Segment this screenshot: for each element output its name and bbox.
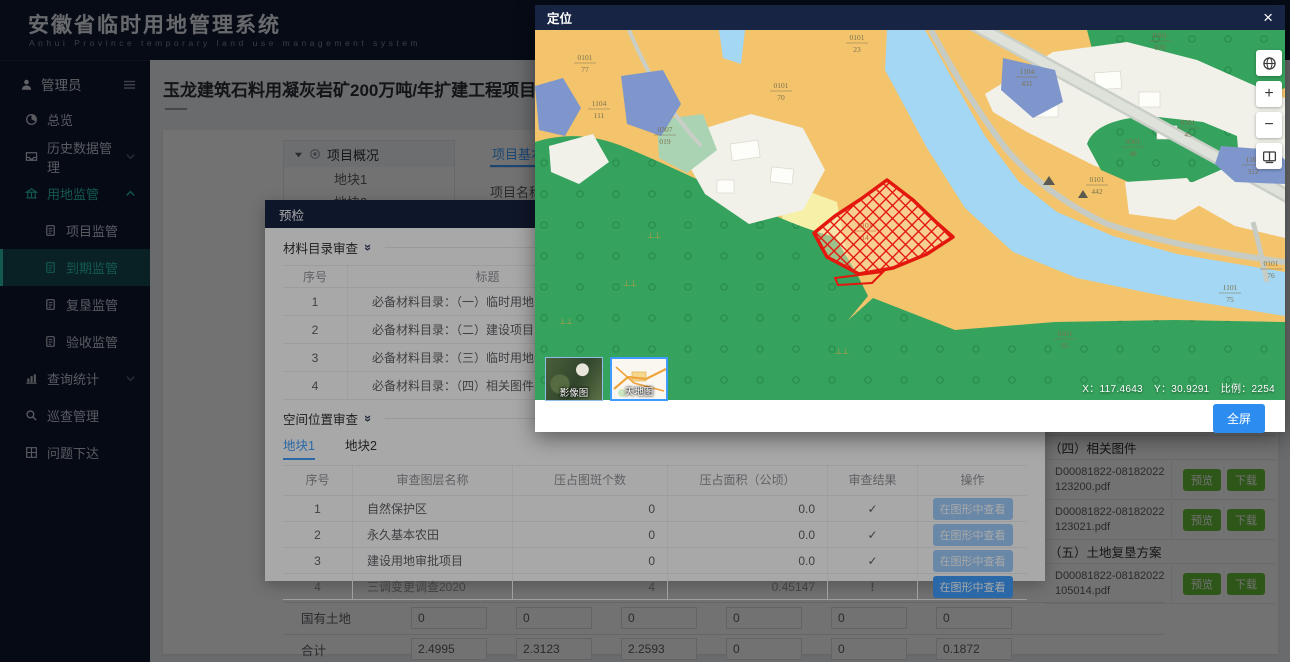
map-canvas[interactable]: ⊥⊥ ⊥⊥ ⊥⊥ ⊥⊥ 0101 77 0101 23 1104 111 0307 019 01… (535, 30, 1285, 400)
locate-modal: 定位 × (535, 5, 1285, 432)
svg-text:⊥⊥: ⊥⊥ (623, 279, 637, 288)
basemap-thumb-tianditu[interactable]: 天地图 (610, 357, 668, 401)
map-controls: + − (1256, 50, 1282, 169)
svg-text:48: 48 (1129, 149, 1137, 158)
legend-book-icon (1262, 149, 1277, 164)
zoom-out-button[interactable]: − (1256, 112, 1282, 138)
svg-text:77: 77 (581, 65, 589, 74)
svg-text:0301: 0301 (1058, 329, 1073, 338)
svg-text:1104: 1104 (592, 99, 607, 108)
svg-text:0101: 0101 (1090, 175, 1105, 184)
svg-text:111: 111 (594, 111, 605, 120)
svg-text:070: 070 (1154, 43, 1166, 52)
basemap-switcher: 影像图 天地图 (545, 357, 668, 401)
svg-text:431: 431 (1021, 79, 1033, 88)
screen: 安徽省临时用地管理系统 Anhui Province temporary lan… (0, 0, 1290, 662)
svg-text:0301: 0301 (1126, 137, 1141, 146)
basemap-label: 影像图 (546, 385, 602, 399)
svg-text:76: 76 (1267, 271, 1275, 280)
svg-text:442: 442 (1091, 187, 1103, 196)
svg-text:1104: 1104 (1020, 67, 1035, 76)
svg-text:70: 70 (777, 93, 785, 102)
svg-text:⊥⊥: ⊥⊥ (559, 317, 573, 326)
svg-text:85: 85 (1061, 341, 1069, 350)
svg-text:45: 45 (1184, 130, 1192, 139)
svg-text:0307: 0307 (658, 125, 673, 134)
svg-text:019: 019 (659, 137, 671, 146)
zoom-in-button[interactable]: + (1256, 81, 1282, 107)
svg-text:0101: 0101 (858, 221, 873, 230)
svg-text:0101: 0101 (774, 81, 789, 90)
svg-text:0101: 0101 (1264, 259, 1279, 268)
landuse-basemap: ⊥⊥ ⊥⊥ ⊥⊥ ⊥⊥ 0101 77 0101 23 1104 111 0307 019 01… (535, 30, 1285, 400)
map-scale: 2254 (1252, 384, 1275, 395)
locate-modal-footer: 全屏 (535, 400, 1285, 432)
basemap-globe-button[interactable] (1256, 50, 1282, 76)
locate-modal-header: 定位 × (535, 5, 1285, 30)
close-icon[interactable]: × (1263, 9, 1273, 26)
svg-text:0101: 0101 (578, 53, 593, 62)
svg-text:23: 23 (853, 45, 861, 54)
locate-modal-title: 定位 (547, 8, 572, 27)
coordinate-readout: X：117.4643 Y：30.9291 比例：2254 (1074, 380, 1275, 395)
coord-x: 117.4643 (1100, 384, 1143, 395)
fullscreen-button[interactable]: 全屏 (1213, 404, 1265, 433)
basemap-thumb-imagery[interactable]: 影像图 (545, 357, 603, 401)
svg-text:75: 75 (1226, 295, 1234, 304)
svg-text:0301: 0301 (1181, 118, 1196, 127)
svg-text:0101: 0101 (850, 33, 865, 42)
coord-y: 30.9291 (1171, 384, 1209, 395)
svg-text:14: 14 (861, 233, 869, 242)
svg-text:⊥⊥: ⊥⊥ (647, 231, 661, 240)
globe-icon (1262, 56, 1277, 71)
legend-button[interactable] (1256, 143, 1282, 169)
svg-text:⊥⊥: ⊥⊥ (835, 347, 849, 356)
svg-text:1101: 1101 (1223, 283, 1238, 292)
basemap-label: 天地图 (612, 384, 666, 398)
svg-text:0301: 0301 (1153, 31, 1168, 40)
